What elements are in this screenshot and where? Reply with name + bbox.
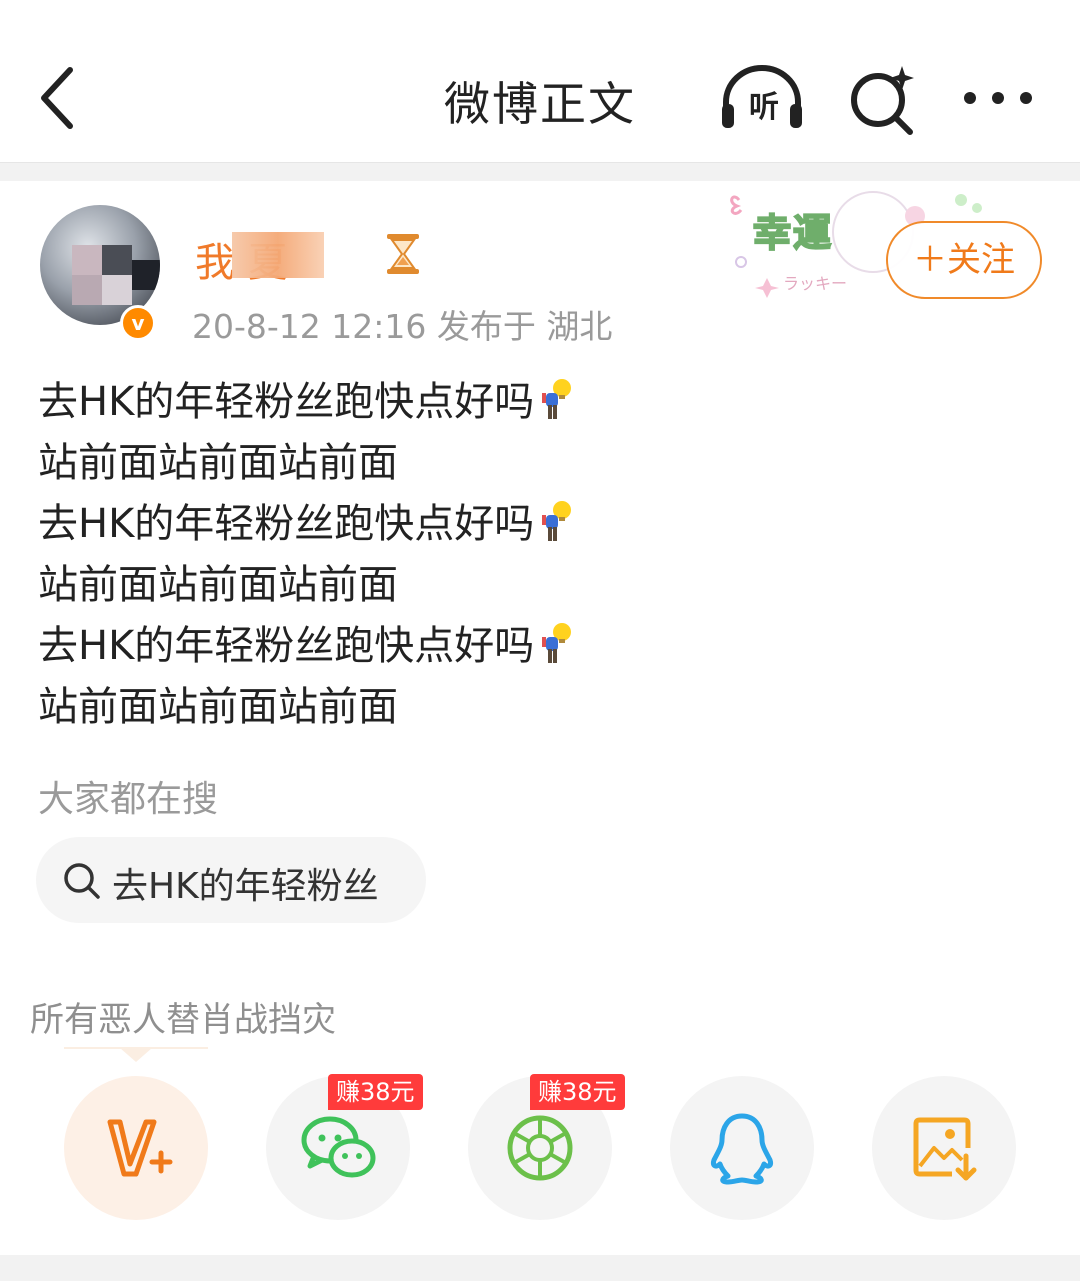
earn-badge: 赚38元	[530, 1074, 625, 1110]
search-icon	[64, 863, 100, 899]
post-meta: 20-8-12 12:16 发布于 湖北	[192, 307, 613, 346]
listen-label: 听	[749, 90, 779, 125]
verified-badge: v	[120, 305, 156, 341]
more-button[interactable]	[962, 84, 1034, 114]
listen-button[interactable]: 听	[716, 64, 808, 134]
share-vplus-button[interactable]	[64, 1076, 208, 1220]
top-bar: 微博正文 听	[0, 0, 1080, 163]
save-image-icon	[913, 1117, 977, 1181]
post-line: 站前面站前面站前面	[38, 684, 398, 730]
chevron-left-icon	[41, 67, 73, 129]
person-bulb-emoji-icon	[542, 501, 572, 541]
post-line: 站前面站前面站前面	[38, 440, 398, 486]
moments-icon	[507, 1115, 573, 1181]
post-line: 去HK的年轻粉丝跑快点好吗	[38, 372, 1038, 433]
save-image-button[interactable]	[872, 1076, 1016, 1220]
wechat-icon	[301, 1116, 376, 1178]
search-sparkle-icon	[851, 66, 914, 135]
vplus-icon	[107, 1119, 173, 1177]
sticker-text: 幸運	[752, 210, 834, 256]
hourglass-icon	[387, 234, 419, 274]
more-dots-icon	[964, 92, 1032, 104]
post-line: 去HK的年轻粉丝跑快点好吗	[38, 494, 1038, 555]
search-button[interactable]	[846, 64, 918, 136]
section-divider	[0, 163, 1080, 181]
post-content: 去HK的年轻粉丝跑快点好吗 站前面站前面站前面 去HK的年轻粉丝跑快点好吗 站前…	[38, 372, 1038, 738]
tooltip-arrow	[120, 1048, 152, 1062]
person-bulb-emoji-icon	[542, 379, 572, 419]
follow-button[interactable]: ＋关注	[886, 221, 1042, 299]
share-qq-button[interactable]	[670, 1076, 814, 1220]
page-title: 微博正文	[444, 77, 636, 131]
post-line: 去HK的年轻粉丝跑快点好吗	[38, 616, 1038, 677]
post-line: 站前面站前面站前面	[38, 562, 398, 608]
share-moments-button[interactable]: 赚38元	[468, 1074, 625, 1220]
trending-search-label: 大家都在搜	[38, 779, 219, 820]
search-chip-text: 去HK的年轻粉丝	[112, 866, 379, 907]
earn-badge: 赚38元	[328, 1074, 423, 1110]
back-button[interactable]	[30, 62, 90, 134]
share-caption: 所有恶人替肖战挡灾	[30, 1000, 336, 1040]
share-wechat-button[interactable]: 赚38元	[266, 1074, 423, 1220]
qq-icon	[711, 1113, 773, 1185]
sticker-subtext: ラッキー	[783, 274, 848, 293]
person-bulb-emoji-icon	[542, 623, 572, 663]
search-suggestion-chip[interactable]: 去HK的年轻粉丝	[36, 837, 426, 923]
username-mosaic	[232, 232, 324, 278]
bottom-divider	[0, 1255, 1080, 1281]
